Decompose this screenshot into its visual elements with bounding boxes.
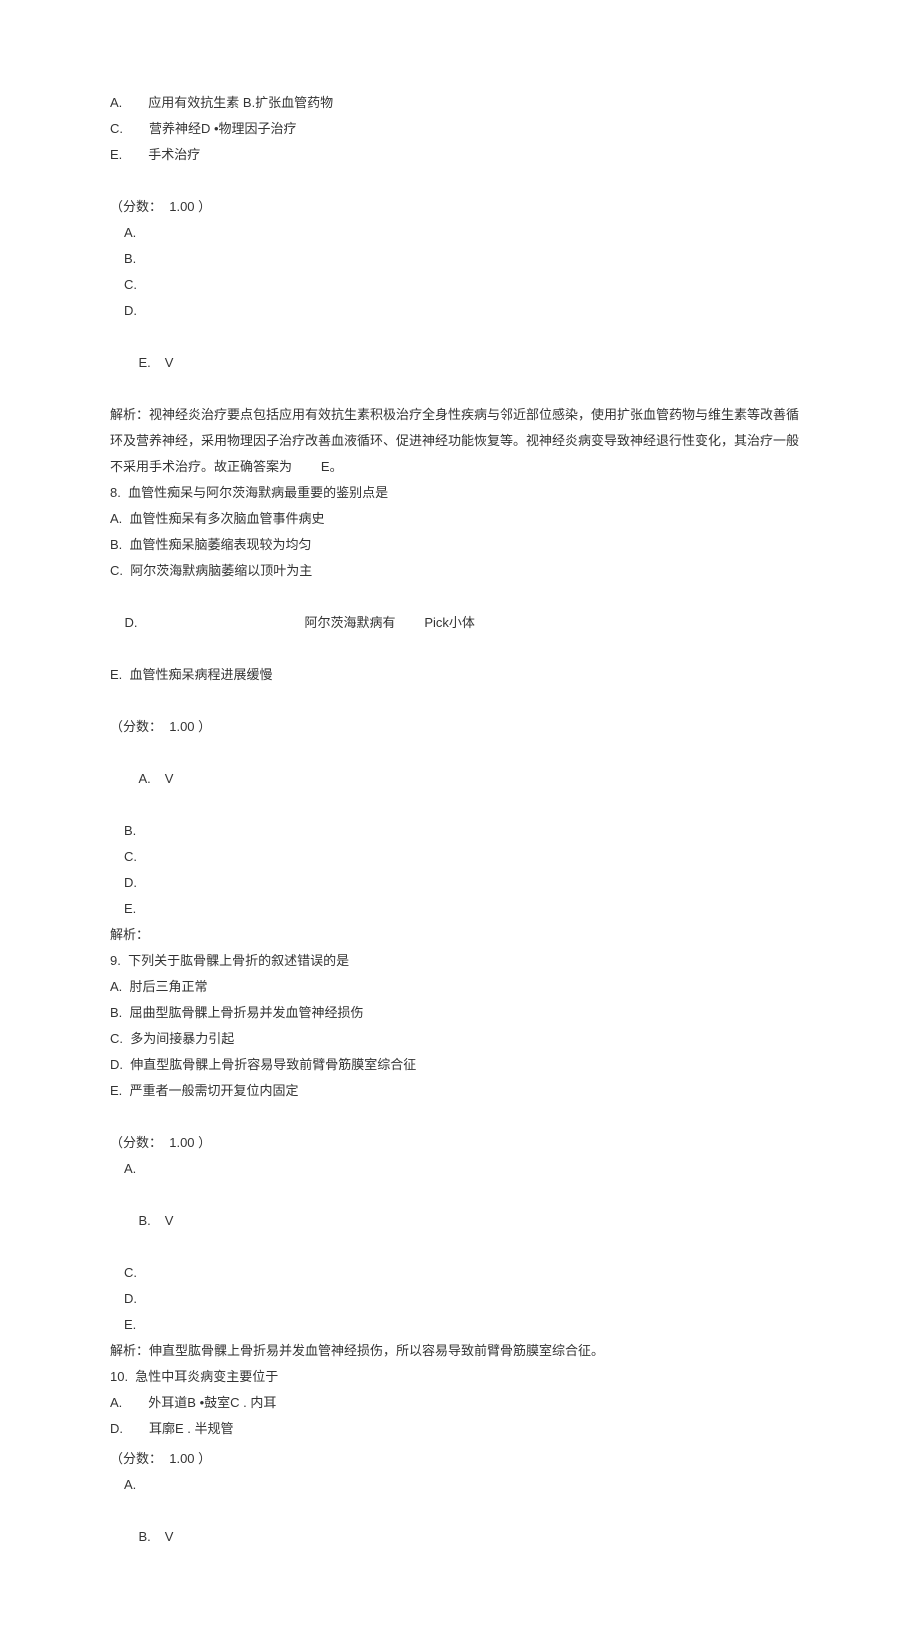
q9-answer-d: D. (110, 1286, 810, 1312)
q8-option-d-label: D. (124, 610, 304, 636)
q7-explanation: 解析：视神经炎治疗要点包括应用有效抗生素积极治疗全身性疾病与邻近部位感染，使用扩… (110, 402, 810, 480)
check-mark-icon: V (165, 350, 174, 376)
document-page: A. 应用有效抗生素 B.扩张血管药物 C. 营养神经D •物理因子治疗 E. … (0, 0, 920, 1636)
q9-stem: 9. 下列关于肱骨髁上骨折的叙述错误的是 (110, 948, 810, 974)
q9-option-d: D. 伸直型肱骨髁上骨折容易导致前臂骨筋膜室综合征 (110, 1052, 810, 1078)
q10-answer-b: B. V (110, 1498, 810, 1576)
q9-score: （分数： 1.00 ） (110, 1130, 810, 1156)
check-mark-icon: V (165, 1208, 174, 1234)
q7-answer-d: D. (110, 298, 810, 324)
check-mark-icon: V (165, 1524, 174, 1550)
check-mark-icon: V (165, 766, 174, 792)
q8-answer-a-label: A. (138, 771, 150, 786)
q8-option-a: A. 血管性痴呆有多次脑血管事件病史 (110, 506, 810, 532)
q7-answer-e: E. V (110, 324, 810, 402)
q8-option-e: E. 血管性痴呆病程进展缓慢 (110, 662, 810, 688)
q7-answer-b: B. (110, 246, 810, 272)
q7-answer-e-label: E. (138, 355, 150, 370)
q10-answer-b-label: B. (138, 1529, 150, 1544)
q8-option-d: D.阿尔茨海默病有 Pick小体 (110, 584, 810, 662)
q9-answer-e: E. (110, 1312, 810, 1338)
q8-option-b: B. 血管性痴呆脑萎缩表现较为均匀 (110, 532, 810, 558)
q8-answer-d: D. (110, 870, 810, 896)
q7-answer-c: C. (110, 272, 810, 298)
q8-answer-c: C. (110, 844, 810, 870)
q10-score: （分数： 1.00 ） (110, 1446, 810, 1472)
q7-option-a-b: A. 应用有效抗生素 B.扩张血管药物 (110, 90, 810, 116)
q10-option-a-b-c: A. 外耳道B •鼓室C . 内耳 (110, 1390, 810, 1416)
q9-option-a: A. 肘后三角正常 (110, 974, 810, 1000)
q9-explanation: 解析：伸直型肱骨髁上骨折易并发血管神经损伤，所以容易导致前臂骨筋膜室综合征。 (110, 1338, 810, 1364)
q8-option-c: C. 阿尔茨海默病脑萎缩以顶叶为主 (110, 558, 810, 584)
q9-option-b: B. 屈曲型肱骨髁上骨折易并发血管神经损伤 (110, 1000, 810, 1026)
q10-stem: 10. 急性中耳炎病变主要位于 (110, 1364, 810, 1390)
q9-answer-b-label: B. (138, 1213, 150, 1228)
q7-option-e: E. 手术治疗 (110, 142, 810, 168)
q7-answer-a: A. (110, 220, 810, 246)
q9-option-c: C. 多为间接暴力引起 (110, 1026, 810, 1052)
q10-option-d-e: D. 耳廓E . 半规管 (110, 1416, 810, 1442)
q7-option-c-d: C. 营养神经D •物理因子治疗 (110, 116, 810, 142)
q8-answer-a: A. V (110, 740, 810, 818)
q8-option-d-text: 阿尔茨海默病有 Pick小体 (304, 615, 474, 630)
q7-score: （分数： 1.00 ） (110, 194, 810, 220)
q8-answer-e: E. (110, 896, 810, 922)
q9-answer-c: C. (110, 1260, 810, 1286)
q8-score: （分数： 1.00 ） (110, 714, 810, 740)
q8-answer-b: B. (110, 818, 810, 844)
q9-answer-b: B. V (110, 1182, 810, 1260)
q9-answer-a: A. (110, 1156, 810, 1182)
q8-stem: 8. 血管性痴呆与阿尔茨海默病最重要的鉴别点是 (110, 480, 810, 506)
q8-explanation: 解析： (110, 922, 810, 948)
q9-option-e: E. 严重者一般需切开复位内固定 (110, 1078, 810, 1104)
q10-answer-a: A. (110, 1472, 810, 1498)
